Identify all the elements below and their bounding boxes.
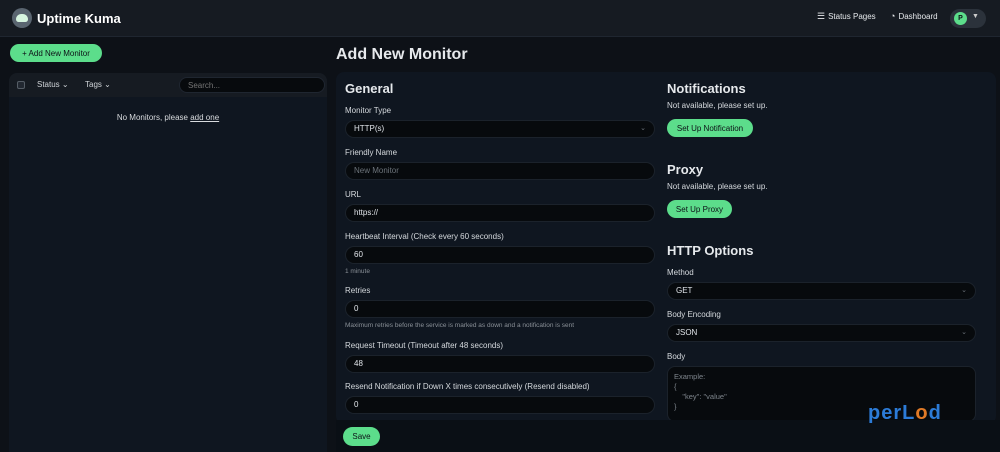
tags-filter-label: Tags xyxy=(85,80,102,89)
setup-proxy-button[interactable]: Set Up Proxy xyxy=(667,200,732,218)
empty-text: No Monitors, please xyxy=(116,113,188,122)
status-filter[interactable]: Status ⌄ xyxy=(37,80,69,89)
notifications-heading: Notifications xyxy=(667,81,746,96)
brand[interactable]: Uptime Kuma xyxy=(12,8,121,28)
speedometer-icon: ◔ xyxy=(890,11,896,21)
nav-dashboard[interactable]: ◔ Dashboard xyxy=(890,11,938,21)
profile-dropdown[interactable]: P ▼ xyxy=(950,9,986,28)
add-new-monitor-button[interactable]: + Add New Monitor xyxy=(10,44,102,62)
select-all-checkbox[interactable] xyxy=(17,81,25,89)
status-filter-label: Status xyxy=(37,80,60,89)
body-encoding-value: JSON xyxy=(676,328,698,337)
watermark-part-a: perL xyxy=(868,402,916,424)
tags-filter[interactable]: Tags ⌄ xyxy=(85,80,111,89)
body-encoding-label: Body Encoding xyxy=(667,310,721,319)
watermark-logo: perLod xyxy=(868,402,942,425)
nav-dashboard-label: Dashboard xyxy=(898,11,938,21)
heartbeat-hint: 1 minute xyxy=(345,268,370,275)
uptime-kuma-logo-icon xyxy=(12,8,32,28)
monitor-list-header: Status ⌄ Tags ⌄ xyxy=(9,73,327,97)
avatar: P xyxy=(954,12,967,25)
method-value: GET xyxy=(676,286,693,295)
search-input[interactable] xyxy=(179,77,325,93)
monitor-type-label: Monitor Type xyxy=(345,106,392,115)
friendly-name-label: Friendly Name xyxy=(345,148,398,157)
page-title: Add New Monitor xyxy=(336,46,468,63)
notifications-text: Not available, please set up. xyxy=(667,101,768,110)
general-heading: General xyxy=(345,81,394,96)
resend-notification-input[interactable]: 0 xyxy=(345,396,655,414)
http-options-heading: HTTP Options xyxy=(667,243,754,258)
chevron-down-icon: ⌄ xyxy=(104,80,111,89)
chevron-down-icon: ⌄ xyxy=(961,329,967,336)
resend-notification-label: Resend Notification if Down X times cons… xyxy=(345,382,590,391)
body-label: Body xyxy=(667,352,686,361)
request-timeout-input[interactable]: 48 xyxy=(345,355,655,373)
app-title: Uptime Kuma xyxy=(37,10,121,26)
method-label: Method xyxy=(667,268,694,277)
empty-monitors-message: No Monitors, please add one xyxy=(9,113,327,122)
top-navbar: Uptime Kuma ☰ Status Pages ◔ Dashboard P… xyxy=(0,0,1000,37)
method-select[interactable]: GET ⌄ xyxy=(667,282,976,300)
heartbeat-interval-input[interactable]: 60 xyxy=(345,246,655,264)
request-timeout-label: Request Timeout (Timeout after 48 second… xyxy=(345,341,503,350)
monitor-type-value: HTTP(s) xyxy=(354,124,385,133)
nav-status-pages-label: Status Pages xyxy=(828,12,876,21)
save-button[interactable]: Save xyxy=(343,427,380,446)
heartbeat-interval-label: Heartbeat Interval (Check every 60 secon… xyxy=(345,232,504,241)
friendly-name-input[interactable]: New Monitor xyxy=(345,162,655,180)
nav-status-pages[interactable]: ☰ Status Pages xyxy=(817,11,876,22)
retries-input[interactable]: 0 xyxy=(345,300,655,318)
proxy-heading: Proxy xyxy=(667,162,704,177)
body-encoding-select[interactable]: JSON ⌄ xyxy=(667,324,976,342)
chevron-down-icon: ▼ xyxy=(972,13,979,20)
chevron-down-icon: ⌄ xyxy=(640,125,646,132)
monitor-list-sidebar: Status ⌄ Tags ⌄ No Monitors, please add … xyxy=(9,73,327,452)
url-input[interactable]: https:// xyxy=(345,204,655,222)
setup-notification-button[interactable]: Set Up Notification xyxy=(667,119,753,137)
chevron-down-icon: ⌄ xyxy=(961,287,967,294)
add-one-link[interactable]: add one xyxy=(190,113,219,122)
retries-label: Retries xyxy=(345,286,371,295)
watermark-part-o: o xyxy=(915,402,929,424)
list-icon: ☰ xyxy=(817,11,826,21)
watermark-part-b: d xyxy=(928,402,942,424)
chevron-down-icon: ⌄ xyxy=(61,80,69,89)
monitor-type-select[interactable]: HTTP(s) ⌄ xyxy=(345,120,655,138)
url-label: URL xyxy=(345,190,362,199)
proxy-text: Not available, please set up. xyxy=(667,182,768,191)
retries-hint: Maximum retries before the service is ma… xyxy=(345,322,575,329)
